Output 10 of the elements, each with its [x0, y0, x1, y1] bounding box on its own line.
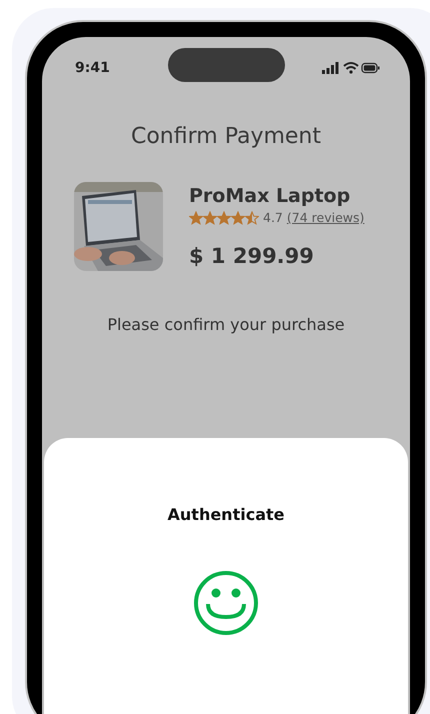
page-title: Confirm Payment [130, 123, 322, 151]
sheet-title: Authenticate [166, 504, 286, 526]
confirm-prompt: Please confirm your purchase [106, 314, 346, 336]
product-name: ProMax Laptop [189, 184, 352, 208]
rating-value: 4.7 [263, 209, 283, 227]
status-time: 9:41 [75, 59, 110, 78]
product-price: $ 1 299.99 [189, 243, 315, 270]
face-id-icon [193, 570, 259, 636]
reviews-link[interactable]: (74 reviews) [286, 208, 364, 228]
status-icons [320, 61, 380, 75]
